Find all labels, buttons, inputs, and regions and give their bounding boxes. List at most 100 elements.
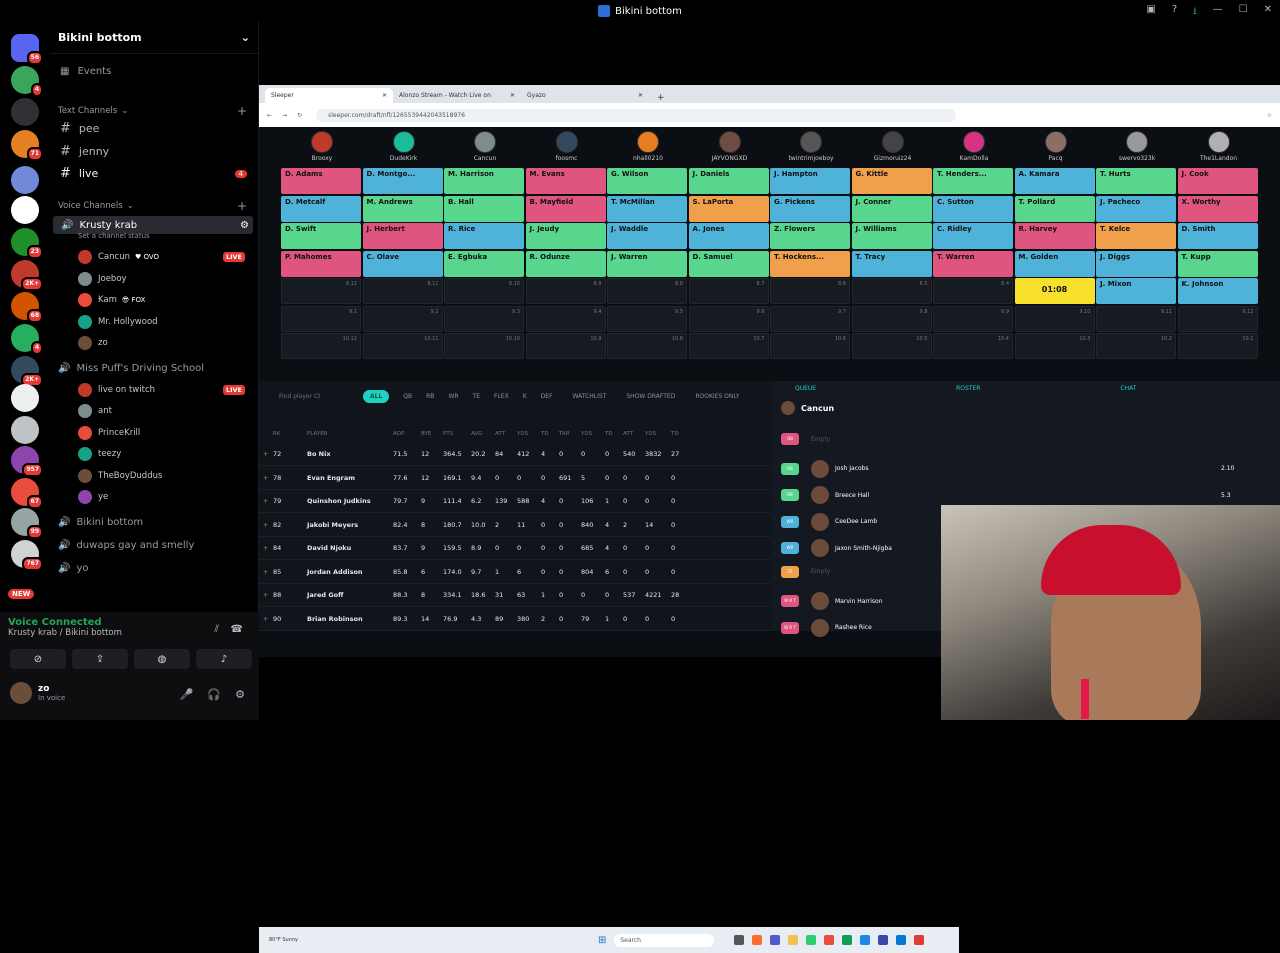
bookmark-star-icon[interactable]: ☆ — [1267, 112, 1272, 119]
draft-pick-card[interactable]: T. McMillan — [607, 195, 687, 222]
draft-pick-card[interactable]: T. Pollard — [1014, 195, 1095, 222]
queue-slot[interactable]: RB Breece Hall 5.3 — [781, 486, 1231, 504]
events-link[interactable]: ▦ Events — [50, 66, 259, 77]
headphones-icon[interactable]: 🎧 — [207, 688, 221, 701]
draft-pick-card[interactable]: C. Olave — [362, 250, 443, 277]
table-row[interactable]: +88 Jared Goff 88.3 8 334.1 18.6 31 63 1 0 0 0 537 42… — [259, 584, 771, 607]
table-row[interactable]: +78 Evan Engram 77.6 12 169.1 9.4 0 0 0 691 5 0 0 0 0 — [259, 467, 771, 490]
draft-pick-card[interactable]: C. Sutton — [933, 195, 1013, 222]
add-player-icon[interactable]: + — [263, 615, 273, 623]
queue-slot[interactable]: TE Empty — [781, 565, 830, 578]
url-input[interactable]: sleeper.com/draft/nfl/126553944204351897… — [316, 108, 957, 122]
table-row[interactable]: +79 Quinshon Judkins 79.7 9 111.4 6.2 139 588 4 0… — [259, 490, 771, 513]
draft-pick-card[interactable]: B. Mayfield — [525, 195, 606, 222]
voice-user[interactable]: TheBoyDuddus — [50, 468, 259, 483]
server-icon[interactable]: 767 — [11, 540, 43, 571]
screen-share-button[interactable]: ⇪ — [72, 649, 128, 669]
draft-pick-card[interactable]: J. Herbert — [362, 223, 443, 249]
user-info[interactable]: zo In voice — [10, 682, 65, 704]
voice-channel[interactable]: 🔊 Miss Puff's Driving School — [50, 360, 259, 378]
draft-pick-card[interactable]: J. Waddle — [607, 223, 687, 249]
browser-tab[interactable]: Alonzo Stream - Watch Live on ✕ — [393, 88, 521, 103]
server-icon[interactable]: 957 — [11, 446, 43, 477]
filter-toggle-show_drafted[interactable]: SHOW DRAFTED — [626, 393, 675, 400]
minimize-icon[interactable]: — — [1213, 4, 1223, 21]
back-icon[interactable]: ← — [267, 112, 272, 119]
queue-slot[interactable]: WR CeeDee Lamb — [781, 512, 877, 531]
server-icon[interactable]: 23 — [11, 228, 43, 259]
draft-pick-card[interactable]: T. Kelce — [1096, 223, 1176, 249]
add-channel-icon[interactable]: + — [237, 104, 247, 118]
draft-pick-card[interactable]: K. Johnson — [1177, 278, 1258, 304]
queue-slot[interactable]: W R T Marvin Harrison — [781, 592, 883, 610]
filter-toggle-watchlist[interactable]: WATCHLIST — [573, 393, 607, 400]
server-icon[interactable]: 68 — [11, 292, 43, 323]
microphone-icon[interactable]: 🎤 — [180, 688, 194, 701]
download-icon[interactable]: ⭳ — [1193, 4, 1197, 21]
store-icon[interactable] — [896, 935, 907, 945]
drafter-avatar[interactable]: Cancun — [444, 127, 526, 162]
draft-pick-card[interactable]: M. Evans — [525, 168, 606, 194]
draft-pick-card[interactable]: M. Golden — [1014, 250, 1095, 277]
drafter-avatar[interactable]: JAYVONGXD — [689, 127, 771, 162]
server-icon[interactable]: 67 — [11, 478, 43, 509]
add-player-icon[interactable]: + — [263, 450, 273, 458]
draft-pick-card[interactable]: G. Kittle — [851, 168, 932, 194]
voice-user[interactable]: live on twitch LIVE — [50, 382, 259, 397]
add-player-icon[interactable]: + — [263, 497, 273, 505]
position-filter-tab[interactable]: RB — [426, 393, 434, 400]
channel-pee[interactable]: # pee — [50, 121, 259, 136]
queue-owner[interactable]: Cancun — [781, 401, 1280, 415]
queue-slot[interactable]: W R T Rashee Rice — [781, 618, 872, 637]
activity-button[interactable]: ◍ — [134, 649, 190, 669]
position-filter-tab[interactable]: WR — [448, 393, 458, 400]
draft-pick-card[interactable]: D. Metcalf — [281, 195, 361, 222]
server-icon[interactable]: 4 — [11, 66, 43, 97]
server-icon[interactable] — [11, 166, 39, 194]
voice-channel[interactable]: 🔊 Bikini bottom — [50, 514, 259, 532]
new-badge[interactable]: NEW — [8, 589, 35, 599]
draft-pick-card[interactable]: D. Adams — [281, 168, 361, 194]
draft-pick-card[interactable]: T. Henders... — [933, 168, 1013, 194]
draft-pick-card[interactable]: J. Diggs — [1096, 250, 1176, 277]
draft-pick-card[interactable]: P. Mahomes — [281, 250, 361, 277]
draft-pick-card[interactable]: J. Jeudy — [525, 223, 606, 249]
voice-user[interactable]: ye — [50, 490, 259, 504]
queue-slot[interactable]: WR Jaxon Smith-Njigba — [781, 539, 892, 557]
drafter-avatar[interactable]: Brooxy — [281, 127, 363, 162]
forward-icon[interactable]: → — [282, 112, 287, 119]
table-row[interactable]: +82 Jakobi Meyers 82.4 8 180.7 10.0 2 11 0 0 840 4 2… — [259, 514, 771, 537]
task-view-icon[interactable] — [734, 935, 745, 945]
draft-pick-card[interactable]: B. Hall — [444, 195, 524, 222]
queue-slot[interactable]: QB Empty — [781, 433, 830, 445]
channel-live[interactable]: # live 4 — [50, 166, 259, 181]
close-icon[interactable]: ✕ — [510, 92, 515, 99]
weather-widget[interactable]: 80°F Sunny — [269, 937, 298, 943]
add-player-icon[interactable]: + — [263, 521, 273, 529]
noise-suppression-icon[interactable]: ⫽ — [215, 624, 219, 635]
draft-pick-card[interactable]: J. Cook — [1177, 168, 1258, 194]
close-icon[interactable]: ✕ — [638, 92, 643, 99]
server-icon[interactable] — [11, 196, 39, 224]
copilot-icon[interactable] — [752, 935, 763, 945]
draft-pick-card[interactable]: D. Montgo... — [362, 168, 443, 194]
drafter-avatar[interactable]: KamDolla — [933, 127, 1015, 162]
draft-pick-card[interactable]: T. Hurts — [1096, 168, 1176, 194]
voice-user[interactable]: Joeboy — [50, 271, 259, 286]
opera-icon[interactable] — [824, 935, 835, 945]
channel-jenny[interactable]: # jenny — [50, 144, 259, 159]
draft-pick-card[interactable]: Z. Flowers — [770, 223, 850, 249]
settings-gear-icon[interactable]: ⚙ — [240, 220, 249, 231]
draft-pick-card[interactable]: C. Ridley — [933, 223, 1013, 249]
server-icon[interactable] — [11, 98, 39, 126]
draft-pick-card[interactable]: R. Harvey — [1014, 223, 1095, 249]
server-icon[interactable]: 56 — [11, 34, 43, 65]
queue-tab[interactable]: CHAT — [1120, 385, 1136, 392]
server-header[interactable]: Bikini bottom ⌄ — [50, 22, 258, 54]
server-icon[interactable]: 2K+ — [11, 356, 43, 387]
disconnect-icon[interactable]: ☎ — [231, 624, 243, 635]
close-icon[interactable]: ✕ — [382, 92, 387, 99]
browser-tab[interactable]: Gyazo ✕ — [521, 88, 649, 103]
help-icon[interactable]: ? — [1172, 4, 1177, 21]
position-filter-tab[interactable]: FLEX — [494, 393, 509, 400]
